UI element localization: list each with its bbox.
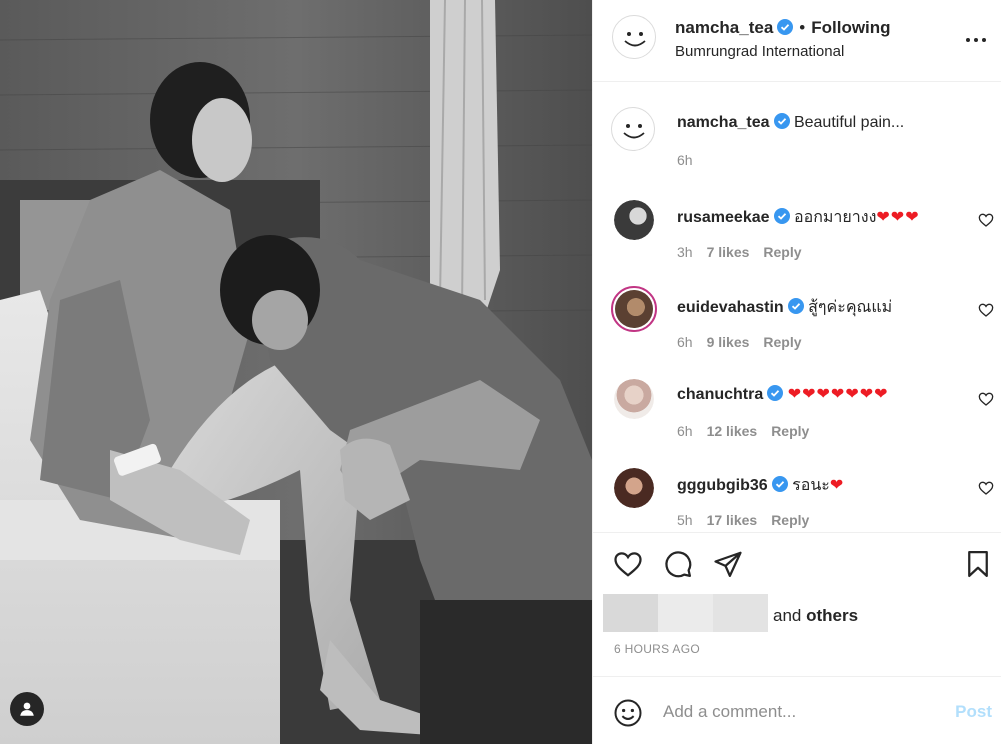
comment-text-line: euidevahastin สู้ๆค่ะคุณแม่: [677, 295, 892, 320]
caption-text-line: namcha_tea Beautiful pain...: [677, 113, 904, 134]
likes-others[interactable]: others: [806, 606, 858, 625]
emoji-button[interactable]: [613, 698, 643, 728]
caption-time: 6h: [677, 152, 693, 168]
save-button[interactable]: [963, 549, 993, 579]
post-comment-button[interactable]: Post: [955, 702, 992, 722]
post-caption: namcha_tea Beautiful pain... 6h: [593, 82, 1001, 192]
post-location[interactable]: Bumrungrad International: [675, 43, 844, 60]
user-tags-button[interactable]: [10, 692, 44, 726]
comment-item: gggubgib36 รอนะ❤ 5h 17 likes Reply: [593, 462, 1001, 532]
comment-time: 5h: [677, 512, 693, 528]
post-header: namcha_tea • Following Bumrungrad Internat…: [593, 0, 1001, 82]
comment-text-line: rusameekae ออกมายางง❤❤❤: [677, 205, 920, 230]
like-button[interactable]: [613, 549, 643, 579]
post-panel: namcha_tea • Following Bumrungrad Internat…: [592, 0, 1001, 744]
comment-like-button[interactable]: [978, 302, 994, 318]
comment-username[interactable]: rusameekae: [677, 209, 770, 226]
post-timestamp: 6 HOURS AGO: [614, 642, 700, 656]
comment-likes[interactable]: 7 likes: [707, 244, 750, 260]
reply-button[interactable]: Reply: [763, 334, 801, 350]
comment-likes[interactable]: 12 likes: [707, 423, 758, 439]
reply-button[interactable]: Reply: [771, 512, 809, 528]
liker-avatar: [603, 594, 658, 632]
comment-text-line: chanuchtra ❤❤❤❤❤❤❤: [677, 384, 889, 406]
likes-summary[interactable]: and others: [773, 606, 858, 626]
post-actions: and others 6 HOURS AGO: [593, 532, 1001, 676]
verified-badge-icon: [771, 476, 788, 497]
heart-emojis: ❤❤❤❤❤❤❤: [787, 386, 889, 403]
separator-dot: •: [799, 18, 806, 37]
post-photo[interactable]: [0, 0, 592, 744]
heart-icon: [978, 481, 994, 500]
comment-username[interactable]: chanuchtra: [677, 386, 763, 403]
photo-image: [0, 0, 592, 744]
comment-username[interactable]: gggubgib36: [677, 477, 768, 494]
bookmark-icon: [963, 551, 993, 583]
comment-username[interactable]: euidevahastin: [677, 299, 784, 316]
verified-badge-icon: [773, 208, 790, 229]
comment-likes[interactable]: 9 likes: [707, 334, 750, 350]
comment-item: chanuchtra ❤❤❤❤❤❤❤ 6h 12 likes Reply: [593, 373, 1001, 463]
comment-text: สู้ๆค่ะคุณแม่: [808, 299, 893, 316]
author-line: namcha_tea • Following: [675, 18, 891, 40]
more-options-button[interactable]: [964, 28, 988, 52]
more-options-icon: [964, 38, 988, 56]
comment-meta: 5h 17 likes Reply: [677, 512, 823, 528]
heart-icon: [978, 392, 994, 411]
comment-like-button[interactable]: [978, 212, 994, 228]
reply-button[interactable]: Reply: [771, 423, 809, 439]
comment-meta: 6h 12 likes Reply: [677, 423, 823, 439]
heart-icon: [613, 552, 643, 583]
heart-icon: [978, 213, 994, 232]
liker-avatar: [658, 594, 713, 632]
follow-button[interactable]: Following: [811, 18, 890, 37]
comment-time: 6h: [677, 423, 693, 439]
comment-item: euidevahastin สู้ๆค่ะคุณแม่ 6h 9 likes Rep…: [593, 284, 1001, 374]
commenter-avatar[interactable]: [614, 379, 654, 419]
comment-like-button[interactable]: [978, 391, 994, 407]
verified-badge-icon: [773, 113, 790, 134]
comment-button[interactable]: [663, 549, 693, 579]
reply-button[interactable]: Reply: [763, 244, 801, 260]
comment-time: 3h: [677, 244, 693, 260]
author-avatar[interactable]: [612, 15, 656, 59]
caption-text: Beautiful pain...: [793, 114, 905, 131]
user-tag-icon: [18, 700, 36, 718]
comments-section[interactable]: namcha_tea Beautiful pain... 6h rusameek…: [593, 82, 1001, 532]
heart-icon: [978, 303, 994, 322]
verified-badge-icon: [787, 298, 804, 319]
comment-like-button[interactable]: [978, 480, 994, 496]
comment-text: รอนะ: [792, 477, 830, 494]
likes-and: and: [773, 606, 802, 625]
heart-emojis: ❤: [829, 477, 845, 494]
heart-emojis: ❤❤❤: [876, 209, 920, 226]
verified-badge-icon: [767, 385, 784, 406]
comment-text: ออกมายางง: [793, 209, 877, 226]
add-comment-bar: Post: [593, 676, 1001, 744]
comment-likes[interactable]: 17 likes: [707, 512, 758, 528]
commenter-avatar[interactable]: [614, 468, 654, 508]
comment-meta: 6h 9 likes Reply: [677, 334, 816, 350]
comment-time: 6h: [677, 334, 693, 350]
verified-badge-icon: [777, 19, 794, 40]
comment-item: rusameekae ออกมายางง❤❤❤ 3h 7 likes Reply: [593, 194, 1001, 284]
caption-username[interactable]: namcha_tea: [677, 114, 770, 131]
comment-icon: [663, 551, 693, 583]
commenter-avatar[interactable]: [614, 200, 654, 240]
share-icon: [713, 551, 743, 583]
share-button[interactable]: [713, 549, 743, 579]
caption-avatar[interactable]: [611, 107, 655, 151]
comment-input[interactable]: [663, 695, 943, 729]
comment-text-line: gggubgib36 รอนะ❤: [677, 473, 844, 498]
liker-avatar: [713, 594, 768, 632]
comment-meta: 3h 7 likes Reply: [677, 244, 816, 260]
emoji-icon: [613, 699, 643, 732]
commenter-avatar[interactable]: [611, 286, 657, 332]
author-username[interactable]: namcha_tea: [675, 18, 773, 37]
likers-avatars[interactable]: [603, 594, 768, 632]
